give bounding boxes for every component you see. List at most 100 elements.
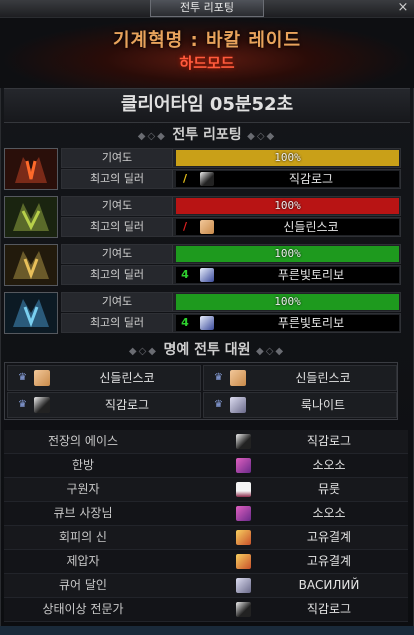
dealer-avatar [200,268,214,282]
crown-icon: ♛ [214,399,223,410]
award-row: 회피의 신 고유결계 [4,526,408,550]
honor-cell: ♛ 신들린스코 [203,365,397,391]
honor-avatar [34,370,50,386]
award-row: 한방 소오소 [4,454,408,478]
raid-name: 기계혁명 : 바칼 레이드 [112,30,302,51]
dealer-name: 직감로그 [288,172,334,186]
contribution-row: 기여도 100% [61,148,401,168]
award-avatar [236,602,251,617]
honor-name: 신들린스코 [99,371,155,385]
window-titlebar: 전투 리포팅 × [0,0,414,18]
party-row: 기여도 100% 최고의 딜러 4 푸른빛토리보 [4,292,401,334]
award-row: 전장의 에이스 직감로그 [4,430,408,454]
contribution-value: 100% [274,151,301,164]
contribution-row: 기여도 100% [61,196,401,216]
honor-avatar [230,397,246,413]
award-row: 큐어 달인 ВАСИЛИЙ [4,574,408,598]
contribution-bar: 100% [176,198,399,214]
honor-grid: ♛ 신들린스코 ♛ 신들린스코 ♛ 직감로그 ♛ 룩나이트 [4,362,398,420]
close-icon[interactable]: × [396,1,410,15]
clear-time: 클리어타임 05분52초 [4,88,410,123]
top-dealer-label: 최고의 딜러 [62,314,173,332]
four-icon: 4 [181,268,189,281]
honor-avatar [230,370,246,386]
dealer-avatar [200,220,214,234]
contribution-row: 기여도 100% [61,244,401,264]
top-dealer-label: 최고의 딜러 [62,266,173,284]
contribution-label: 기여도 [62,149,173,167]
honor-cell: ♛ 신들린스코 [7,365,201,391]
contribution-label: 기여도 [62,197,173,215]
report-section-title: ◆◇◆ 전투 리포팅 ◆◇◆ [137,127,277,143]
blue-dragon-portrait [4,292,58,334]
dealer-name: 푸른빛토리보 [277,268,345,282]
award-player: 소오소 [312,506,346,520]
award-title: 한방 [71,458,95,472]
award-avatar [236,554,251,569]
award-avatar [236,434,251,449]
award-player: 고유결계 [306,530,352,544]
honor-title-text: 명예 전투 대원 [163,342,251,358]
contribution-bar: 100% [176,150,399,166]
party-row: 기여도 100% 최고의 딜러 / 신들린스코 [4,196,401,238]
award-row: 제압자 고유결계 [4,550,408,574]
award-row: 구원자 뮤룻 [4,478,408,502]
dealer-cell: 4 푸른빛토리보 [176,267,399,283]
honor-name: 룩나이트 [300,398,346,412]
slash-icon: / [182,172,188,185]
contribution-label: 기여도 [62,293,173,311]
award-title: 상태이상 전문가 [42,602,124,616]
background-strip [0,626,414,635]
contribution-label: 기여도 [62,245,173,263]
dealer-name: 푸른빛토리보 [277,316,345,330]
contribution-bar: 100% [176,246,399,262]
award-player: 소오소 [312,458,346,472]
award-avatar [236,458,251,473]
honor-cell: ♛ 룩나이트 [203,392,397,418]
top-dealer-row: 최고의 딜러 4 푸른빛토리보 [61,265,401,285]
award-title: 전장의 에이스 [47,434,119,448]
red-dragon-portrait [4,148,58,190]
party-row: 기여도 100% 최고의 딜러 4 푸른빛토리보 [4,244,401,286]
award-title: 큐어 달인 [59,578,107,592]
honor-avatar [34,397,50,413]
contribution-bar: 100% [176,294,399,310]
award-title: 제압자 [66,554,100,568]
honor-cell: ♛ 직감로그 [7,392,201,418]
award-avatar [236,578,251,593]
dealer-avatar [200,316,214,330]
contribution-value: 100% [274,199,301,212]
top-dealer-row: 최고의 딜러 / 직감로그 [61,169,401,189]
top-dealer-label: 최고의 딜러 [62,218,173,236]
honor-name: 직감로그 [104,398,150,412]
four-icon: 4 [181,316,189,329]
award-player: 고유결계 [306,554,352,568]
award-player: 직감로그 [306,602,352,616]
award-row: 상태이상 전문가 직감로그 [4,598,408,622]
dealer-cell: / 신들린스코 [176,219,399,235]
award-avatar [236,506,251,521]
window-title: 전투 리포팅 [150,0,264,17]
raid-mode: 하드모드 [179,54,235,72]
green-dragon-portrait [4,196,58,238]
award-avatar [236,530,251,545]
top-dealer-row: 최고의 딜러 4 푸른빛토리보 [61,313,401,333]
award-row: 큐브 사장님 소오소 [4,502,408,526]
award-title: 구원자 [66,482,100,496]
crown-icon: ♛ [18,372,27,383]
honor-section-title: ◆◇◆ 명예 전투 대원 ◆◇◆ [128,342,286,358]
top-dealer-label: 최고의 딜러 [62,170,173,188]
crown-icon: ♛ [18,399,27,410]
award-player: ВАСИЛИЙ [298,578,360,592]
award-title: 큐브 사장님 [53,506,113,520]
report-title-text: 전투 리포팅 [172,127,242,143]
top-dealer-row: 최고의 딜러 / 신들린스코 [61,217,401,237]
dealer-cell: 4 푸른빛토리보 [176,315,399,331]
award-player: 뮤룻 [317,482,341,496]
dealer-name: 신들린스코 [283,220,339,234]
award-avatar [236,482,251,497]
contribution-value: 100% [274,247,301,260]
award-title: 회피의 신 [59,530,107,544]
crown-icon: ♛ [214,372,223,383]
party-row: 기여도 100% 최고의 딜러 / 직감로그 [4,148,401,190]
